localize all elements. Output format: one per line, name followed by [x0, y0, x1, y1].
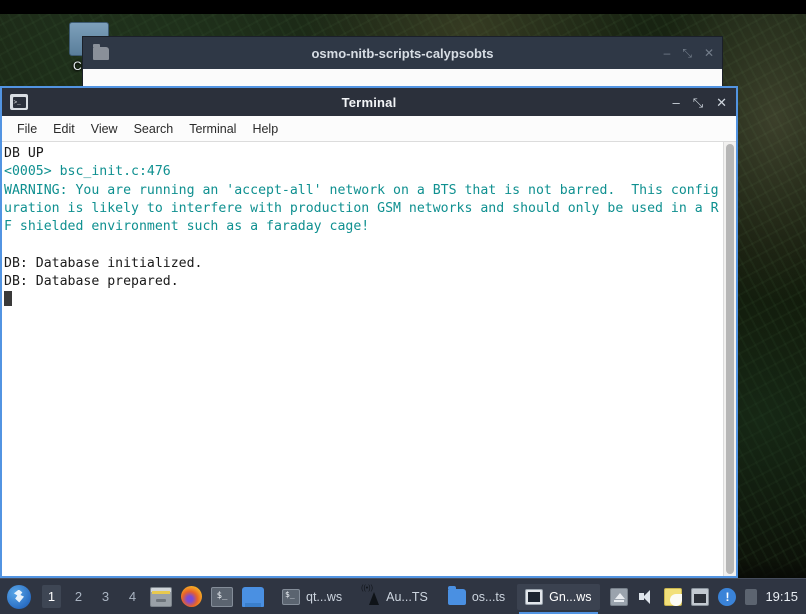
terminal-cursor [4, 291, 12, 307]
terminal-icon [282, 588, 300, 605]
task-button-label: qt...ws [306, 589, 343, 604]
background-window-title: osmo-nitb-scripts-calypsobts [311, 45, 494, 61]
menu-item-edit[interactable]: Edit [46, 119, 82, 139]
terminal-titlebar[interactable]: >_ Terminal – ⤡ ✕ [2, 88, 736, 116]
background-window-titlebar[interactable]: osmo-nitb-scripts-calypsobts – ⤡ ✕ [83, 37, 722, 69]
network-icon[interactable] [691, 587, 710, 606]
workspace-3[interactable]: 3 [96, 585, 115, 608]
volume-icon[interactable] [637, 588, 655, 606]
firefox-icon[interactable] [181, 586, 202, 607]
terminal-line-warning: WARNING: You are running an 'accept-all'… [4, 182, 719, 235]
terminal-window-controls[interactable]: – ⤡ ✕ [672, 96, 727, 109]
close-icon[interactable]: ✕ [704, 46, 714, 61]
task-button-qt[interactable]: qt...ws [274, 584, 350, 610]
terminal-window-title: Terminal [341, 94, 397, 110]
desktop[interactable]: Comp osmo-nitb-scripts-calypsobts – ⤡ ✕ … [0, 0, 806, 614]
menu-item-search[interactable]: Search [127, 119, 181, 139]
launcher-bar[interactable]: $_ [150, 586, 264, 607]
task-button-au[interactable]: Au...TS [354, 584, 436, 610]
clock[interactable]: 19:15 [765, 589, 798, 604]
window-task-list[interactable]: qt...ws Au...TS os...ts Gn...ws [274, 583, 610, 614]
task-button-label: Au...TS [386, 589, 428, 604]
workspace-2[interactable]: 2 [69, 585, 88, 608]
terminal-screen[interactable]: DB UP <0005> bsc_init.c:476 WARNING: You… [2, 142, 736, 576]
minimize-icon[interactable]: – [672, 96, 679, 109]
maximize-icon[interactable]: ⤡ [682, 46, 692, 61]
clipboard-icon[interactable] [664, 587, 683, 606]
task-button-label: os...ts [471, 589, 506, 604]
terminal-line-bsc-init: <0005> bsc_init.c:476 [4, 164, 171, 180]
eject-icon[interactable] [610, 587, 629, 606]
workspace-4[interactable]: 4 [123, 585, 142, 608]
minimize-icon[interactable]: – [664, 46, 671, 61]
file-drawer-icon[interactable] [150, 586, 172, 607]
background-window-controls[interactable]: – ⤡ ✕ [664, 46, 714, 61]
close-icon[interactable]: ✕ [716, 96, 727, 109]
alert-glyph: ! [725, 589, 730, 604]
terminal-line-db-prepared: DB: Database prepared. [4, 274, 179, 290]
menu-item-view[interactable]: View [84, 119, 125, 139]
workspace-1[interactable]: 1 [42, 585, 61, 608]
workspace-switcher[interactable]: 1 2 3 4 [38, 585, 146, 608]
folder-icon [447, 585, 466, 605]
taskbar[interactable]: 1 2 3 4 $_ qt...ws Au...TS os...ts [0, 578, 806, 614]
terminal-scrollbar[interactable] [723, 142, 736, 576]
task-button-gnome-terminal[interactable]: Gn...ws [517, 583, 600, 614]
maximize-icon[interactable]: ⤡ [693, 96, 703, 109]
terminal-scrollbar-thumb[interactable] [726, 144, 734, 574]
system-tray[interactable]: ! [610, 587, 758, 606]
terminal-icon[interactable]: $_ [211, 586, 233, 607]
menu-item-terminal[interactable]: Terminal [182, 119, 243, 139]
terminal-menubar[interactable]: File Edit View Search Terminal Help [2, 116, 736, 142]
antenna-icon [361, 585, 380, 605]
blue-app-icon[interactable] [242, 586, 264, 607]
alert-icon[interactable]: ! [718, 587, 737, 606]
terminal-output[interactable]: DB UP <0005> bsc_init.c:476 WARNING: You… [2, 142, 723, 576]
xfce-mouse-icon[interactable] [7, 584, 31, 609]
menu-item-file[interactable]: File [10, 119, 44, 139]
task-button-label: Gn...ws [549, 589, 592, 604]
terminal-line-db-up: DB UP [4, 146, 44, 161]
task-button-os[interactable]: os...ts [440, 584, 513, 610]
terminal-icon [525, 588, 544, 605]
tray-box-icon[interactable] [745, 588, 758, 605]
menu-item-help[interactable]: Help [245, 119, 285, 139]
terminal-line-db-initialized: DB: Database initialized. [4, 255, 203, 271]
terminal-window[interactable]: >_ Terminal – ⤡ ✕ File Edit View Search … [0, 86, 738, 578]
